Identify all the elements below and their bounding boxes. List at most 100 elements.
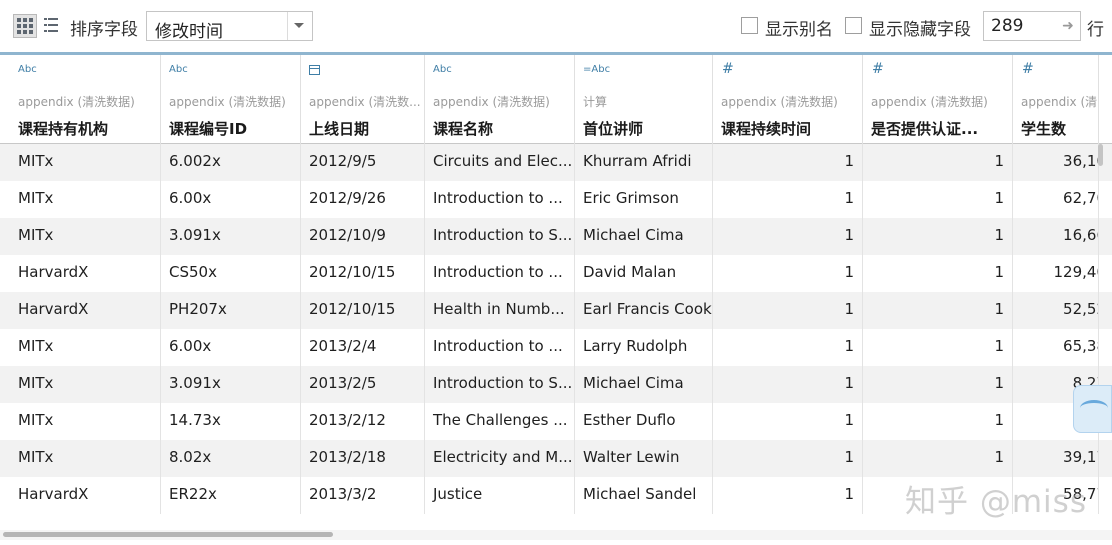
- cell-value: ER22x: [169, 485, 217, 503]
- column-header[interactable]: Abc appendix (清洗数据) 课程持有机构: [10, 55, 161, 144]
- string-type-icon[interactable]: Abc: [169, 64, 188, 75]
- cell-value: 2013/2/12: [309, 411, 386, 429]
- cell-value: Eric Grimson: [583, 189, 679, 207]
- table-cell: 1: [713, 366, 863, 403]
- cell-value: 6.00x: [169, 189, 212, 207]
- table-row[interactable]: MITx 6.002x 2012/9/5 Circuits and Elec... Kh…: [0, 144, 1112, 181]
- sort-field-select[interactable]: 修改时间: [146, 11, 313, 42]
- table-row[interactable]: MITx 3.091x 2012/10/9 Introduction to S... M…: [0, 218, 1112, 255]
- column-name: 课程编号ID: [169, 120, 248, 138]
- column-header[interactable]: Abc appendix (清洗数据) 课程名称: [425, 55, 575, 144]
- cell-value: Michael Sandel: [583, 485, 697, 503]
- column-header[interactable]: # appendix (清 学生数: [1013, 55, 1099, 144]
- table-cell: MITx: [10, 144, 161, 181]
- cell-value: Electricity and M...: [433, 448, 573, 466]
- column-header[interactable]: # appendix (清洗数据) 是否提供认证...: [863, 55, 1013, 144]
- table-cell: 16,66: [1013, 218, 1099, 255]
- cell-value: 1: [994, 448, 1004, 466]
- cell-value: Introduction to S...: [433, 226, 573, 244]
- horizontal-scroll-thumb[interactable]: [3, 532, 333, 537]
- cell-value: 6.00x: [169, 337, 212, 355]
- table-row[interactable]: MITx 8.02x 2013/2/18 Electricity and M... Wa…: [0, 440, 1112, 477]
- cell-value: Justice: [433, 485, 483, 503]
- side-float-widget[interactable]: [1073, 385, 1112, 433]
- show-alias-checkbox[interactable]: [741, 17, 758, 34]
- table-cell: MITx: [10, 403, 161, 440]
- column-header[interactable]: appendix (清洗数... 上线日期: [301, 55, 425, 144]
- cell-value: 2013/2/5: [309, 374, 377, 392]
- string-type-icon[interactable]: Abc: [18, 64, 37, 75]
- calculated-string-type-icon[interactable]: =Abc: [583, 64, 610, 75]
- calendar-icon[interactable]: [309, 65, 320, 75]
- column-source: appendix (清洗数据): [871, 95, 988, 109]
- cell-value: David Malan: [583, 263, 677, 281]
- column-name: 课程持有机构: [18, 120, 109, 138]
- cell-value: 2012/10/9: [309, 226, 386, 244]
- cell-value: 2012/9/5: [309, 152, 377, 170]
- cell-value: MITx: [18, 337, 54, 355]
- column-source: appendix (清洗数据): [433, 95, 550, 109]
- cell-value: 1: [844, 300, 854, 318]
- number-type-icon[interactable]: #: [872, 61, 884, 77]
- table-cell: 3.091x: [161, 366, 301, 403]
- table-cell: Circuits and Elec...: [425, 144, 575, 181]
- table-row[interactable]: HarvardX CS50x 2012/10/15 Introduction to .…: [0, 255, 1112, 292]
- table-cell: 36,10: [1013, 144, 1099, 181]
- table-cell: 1: [713, 255, 863, 292]
- number-type-icon[interactable]: #: [1022, 61, 1034, 77]
- column-name: 学生数: [1021, 120, 1067, 138]
- table-cell: 65,38: [1013, 329, 1099, 366]
- cell-value: 1: [844, 485, 854, 503]
- table-cell: 1: [863, 218, 1013, 255]
- column-header[interactable]: =Abc 计算 首位讲师: [575, 55, 713, 144]
- table-cell: 2013/2/4: [301, 329, 425, 366]
- string-type-icon[interactable]: Abc: [433, 64, 452, 75]
- show-hidden-fields-checkbox[interactable]: [845, 17, 862, 34]
- table-cell: HarvardX: [10, 255, 161, 292]
- horizontal-scrollbar[interactable]: [0, 530, 1112, 540]
- table-row[interactable]: MITx 6.00x 2012/9/26 Introduction to ... Eri…: [0, 181, 1112, 218]
- sort-field-value: 修改时间: [155, 22, 223, 42]
- table-row[interactable]: MITx 3.091x 2013/2/5 Introduction to S... Mi…: [0, 366, 1112, 403]
- table-cell: 1: [863, 403, 1013, 440]
- cell-value: 62,70: [1063, 189, 1098, 207]
- cell-value: 3.091x: [169, 374, 221, 392]
- table-row[interactable]: MITx 14.73x 2013/2/12 The Challenges ... Est…: [0, 403, 1112, 440]
- number-type-icon[interactable]: #: [722, 61, 734, 77]
- cell-value: 1: [844, 152, 854, 170]
- cell-value: Earl Francis Cook: [583, 300, 712, 318]
- cell-value: 1: [994, 152, 1004, 170]
- table-row[interactable]: MITx 6.00x 2013/2/4 Introduction to ... Larr…: [0, 329, 1112, 366]
- vertical-scroll-thumb[interactable]: [1098, 144, 1103, 166]
- row-count-input[interactable]: 289 ➜: [983, 11, 1081, 41]
- table-cell: 6.002x: [161, 144, 301, 181]
- cell-value: Walter Lewin: [583, 448, 680, 466]
- table-cell: 1: [863, 366, 1013, 403]
- cell-value: 1: [844, 226, 854, 244]
- cell-value: 2013/2/18: [309, 448, 386, 466]
- table-cell: 1: [863, 329, 1013, 366]
- grid-view-icon[interactable]: [13, 14, 37, 38]
- table-cell: 52,52: [1013, 292, 1099, 329]
- column-header[interactable]: # appendix (清洗数据) 课程持续时间: [713, 55, 863, 144]
- row-count-unit: 行: [1087, 20, 1104, 40]
- vertical-scrollbar[interactable]: [1097, 144, 1105, 514]
- column-header[interactable]: Abc appendix (清洗数据) 课程编号ID: [161, 55, 301, 144]
- cell-value: 8.02x: [169, 448, 212, 466]
- table-cell: Khurram Afridi: [575, 144, 713, 181]
- table-cell: MITx: [10, 366, 161, 403]
- table-row[interactable]: HarvardX PH207x 2012/10/15 Health in Numb..…: [0, 292, 1112, 329]
- table-cell: 129,40: [1013, 255, 1099, 292]
- show-alias-label: 显示别名: [765, 20, 833, 40]
- show-hidden-fields-label: 显示隐藏字段: [869, 20, 971, 40]
- column-name: 是否提供认证...: [871, 120, 979, 138]
- table-cell: 3.091x: [161, 218, 301, 255]
- cell-value: 39,17: [1063, 448, 1098, 466]
- list-view-icon[interactable]: [44, 17, 58, 33]
- cell-value: HarvardX: [18, 300, 89, 318]
- arrow-right-icon[interactable]: ➜: [1060, 18, 1076, 34]
- cell-value: Michael Cima: [583, 226, 684, 244]
- table-cell: 2013/2/18: [301, 440, 425, 477]
- cell-value: PH207x: [169, 300, 227, 318]
- table-cell: 2012/9/5: [301, 144, 425, 181]
